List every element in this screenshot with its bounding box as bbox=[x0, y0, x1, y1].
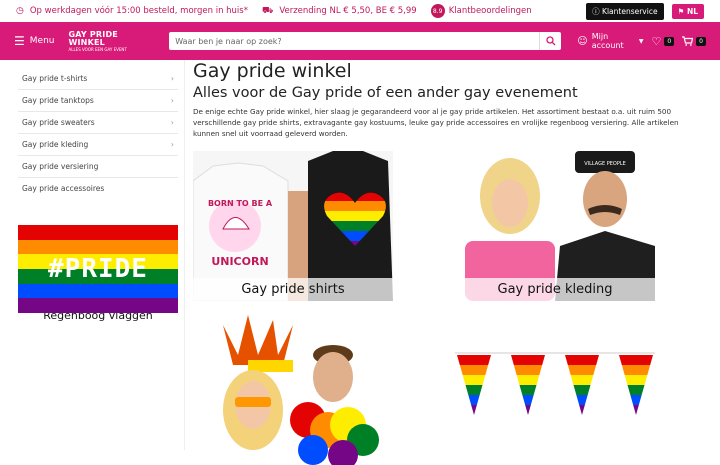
cart-icon bbox=[682, 36, 694, 46]
pride-flag-text: #PRIDE bbox=[48, 254, 148, 284]
user-icon: ☺ bbox=[577, 35, 588, 47]
sidebar-item-kleding[interactable]: Gay pride kleding › bbox=[18, 134, 178, 156]
sidebar-item-label: Gay pride t-shirts bbox=[22, 74, 88, 83]
chevron-right-icon: › bbox=[170, 140, 174, 149]
reviews-link[interactable]: 8.9 Klantbeoordelingen bbox=[430, 4, 532, 18]
flag-icon: ⚑ bbox=[677, 6, 685, 16]
tile-caption: Gay pride kleding bbox=[455, 278, 655, 302]
intro-text: De enige echte Gay pride winkel, hier sl… bbox=[193, 107, 679, 138]
main-navbar: ☰ Menu GAY PRIDE WINKEL ALLES VOOR EEN G… bbox=[0, 22, 720, 60]
account-label: Mijn account bbox=[591, 32, 624, 50]
usp-shipping: ⛟ Verzending NL € 5,50, BE € 5,99 bbox=[262, 6, 417, 17]
customer-service-label: Klantenservice bbox=[602, 6, 658, 16]
sidebar-item-accessoires[interactable]: Gay pride accessoires bbox=[18, 178, 178, 199]
cart-count: 0 bbox=[696, 36, 706, 46]
sidebar-item-label: Gay pride versiering bbox=[22, 162, 99, 171]
sidebar-item-sweaters[interactable]: Gay pride sweaters › bbox=[18, 112, 178, 134]
customer-service-button[interactable]: ⓘ Klantenservice bbox=[586, 2, 664, 20]
usp-shipping-text: Verzending NL € 5,50, BE € 5,99 bbox=[279, 6, 417, 16]
shirt-text-bottom: UNICORN bbox=[211, 255, 268, 268]
page-subtitle: Alles voor de Gay pride of een ander gay… bbox=[193, 85, 578, 101]
language-label: NL bbox=[686, 6, 698, 16]
search-icon bbox=[546, 36, 556, 46]
chevron-right-icon: › bbox=[170, 118, 174, 127]
usp-delivery: ◷ Op werkdagen vóór 15:00 besteld, morge… bbox=[16, 6, 248, 16]
wishlist-count: 0 bbox=[664, 36, 675, 46]
chevron-right-icon: › bbox=[170, 96, 174, 105]
sidebar-item-tanktops[interactable]: Gay pride tanktops › bbox=[18, 90, 178, 112]
chevron-right-icon: › bbox=[170, 74, 174, 83]
rating-badge: 8.9 bbox=[430, 4, 445, 18]
sidebar-item-tshirts[interactable]: Gay pride t-shirts › bbox=[18, 68, 178, 90]
sidebar: Gay pride t-shirts › Gay pride tanktops … bbox=[0, 60, 185, 450]
shirt-text-top: BORN TO BE A bbox=[208, 199, 273, 208]
sidebar-item-label: Gay pride kleding bbox=[22, 140, 89, 149]
rainbow-flags-promo[interactable]: #PRIDE Regenboog vlaggen bbox=[18, 225, 178, 322]
category-tiles: BORN TO BE A UNICORN Gay pride shirts VI… bbox=[193, 151, 712, 465]
menu-button[interactable]: ☰ Menu bbox=[14, 34, 54, 48]
clock-icon: ◷ bbox=[16, 6, 24, 16]
reviews-text: Klantbeoordelingen bbox=[448, 6, 532, 16]
main-content: Gay pride winkel Alles voor de Gay pride… bbox=[185, 60, 720, 465]
logo-title: GAY PRIDE WINKEL bbox=[68, 29, 118, 47]
tile-kleding[interactable]: VILLAGE PEOPLE Gay pride kleding bbox=[455, 151, 655, 302]
sidebar-item-versiering[interactable]: Gay pride versiering bbox=[18, 156, 178, 178]
sidebar-item-label: Gay pride accessoires bbox=[22, 184, 105, 193]
search-button[interactable] bbox=[539, 32, 561, 50]
tile-shirts[interactable]: BORN TO BE A UNICORN Gay pride shirts bbox=[193, 151, 393, 302]
chevron-down-icon: ▼ bbox=[638, 37, 644, 45]
hat-text: VILLAGE PEOPLE bbox=[584, 161, 626, 167]
usp-delivery-text: Op werkdagen vóór 15:00 besteld, morgen … bbox=[29, 6, 248, 16]
info-icon: ⓘ bbox=[592, 6, 600, 16]
menu-label: Menu bbox=[29, 36, 55, 46]
account-menu[interactable]: ☺ Mijn account ▼ bbox=[577, 32, 643, 50]
pride-flag-image: #PRIDE bbox=[18, 225, 178, 314]
site-logo[interactable]: GAY PRIDE WINKEL ALLES VOOR EEN GAY EVEN… bbox=[68, 29, 149, 52]
hamburger-icon: ☰ bbox=[14, 34, 25, 48]
search-input[interactable]: Waar ben je naar op zoek? bbox=[169, 37, 539, 46]
tile-caption: Gay pride shirts bbox=[193, 278, 393, 302]
tile-accessoires[interactable] bbox=[193, 315, 393, 465]
tile-versiering[interactable] bbox=[455, 315, 655, 465]
truck-icon: ⛟ bbox=[261, 5, 274, 16]
cart-button[interactable]: 0 bbox=[682, 36, 706, 46]
category-list: Gay pride t-shirts › Gay pride tanktops … bbox=[18, 68, 178, 199]
sidebar-item-label: Gay pride tanktops bbox=[22, 96, 94, 105]
search-bar: Waar ben je naar op zoek? bbox=[169, 32, 562, 50]
sidebar-item-label: Gay pride sweaters bbox=[22, 118, 95, 127]
top-info-bar: ◷ Op werkdagen vóór 15:00 besteld, morge… bbox=[0, 0, 720, 22]
heart-icon: ♡ bbox=[651, 34, 662, 48]
accessoires-image bbox=[193, 315, 393, 465]
bunting-image bbox=[455, 315, 655, 465]
logo-tagline: ALLES VOOR EEN GAY EVENT bbox=[68, 46, 127, 52]
wishlist-button[interactable]: ♡ 0 bbox=[651, 34, 675, 48]
page-title: Gay pride winkel bbox=[193, 60, 352, 82]
language-selector[interactable]: ⚑ NL bbox=[671, 3, 704, 19]
